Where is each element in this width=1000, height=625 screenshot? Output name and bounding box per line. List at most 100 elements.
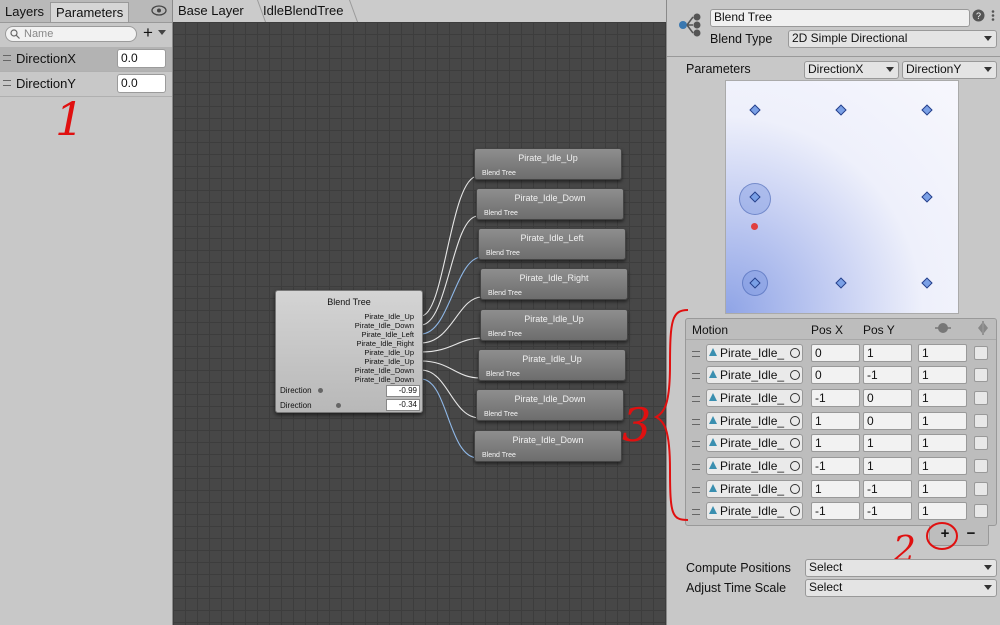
- annotation-3: 3: [622, 398, 652, 452]
- mirror-checkbox[interactable]: [974, 414, 988, 428]
- mirror-checkbox[interactable]: [974, 368, 988, 382]
- motion-point[interactable]: [921, 191, 933, 203]
- mirror-checkbox[interactable]: [974, 391, 988, 405]
- pos-y-input[interactable]: 1: [863, 434, 912, 452]
- chevron-down-icon: [984, 565, 992, 570]
- node-title: Pirate_Idle_Up: [522, 354, 582, 364]
- object-picker-icon[interactable]: [790, 416, 800, 426]
- chevron-down-icon: [984, 67, 992, 72]
- pos-x-input[interactable]: 0: [811, 366, 860, 384]
- motion-point[interactable]: [749, 104, 761, 116]
- settings-icon[interactable]: [989, 9, 997, 22]
- blend-type-dropdown[interactable]: 2D Simple Directional: [788, 30, 997, 48]
- speed-input[interactable]: 1: [918, 366, 967, 384]
- motion-field[interactable]: Pirate_Idle_: [706, 434, 803, 452]
- motion-point[interactable]: [921, 277, 933, 289]
- object-picker-icon[interactable]: [790, 506, 800, 516]
- compute-positions-dropdown[interactable]: Select: [805, 559, 997, 577]
- motion-field[interactable]: Pirate_Idle_: [706, 502, 803, 520]
- speed-input[interactable]: 1: [918, 389, 967, 407]
- speed-input[interactable]: 1: [918, 480, 967, 498]
- drag-handle-icon[interactable]: [692, 464, 700, 470]
- drag-handle-icon[interactable]: [692, 396, 700, 402]
- table-row[interactable]: Pirate_Idle_ 0 -1 1: [686, 364, 996, 386]
- motion-node[interactable]: Pirate_Idle_Up Blend Tree: [478, 349, 626, 381]
- table-row[interactable]: Pirate_Idle_ -1 0 1: [686, 387, 996, 409]
- pos-y-input[interactable]: 1: [863, 457, 912, 475]
- object-picker-icon[interactable]: [790, 370, 800, 380]
- motion-node[interactable]: Pirate_Idle_Down Blend Tree: [474, 430, 622, 462]
- slider-handle[interactable]: [336, 403, 341, 408]
- drag-handle-icon[interactable]: [692, 373, 700, 379]
- column-header-pos-y: Pos Y: [863, 323, 895, 337]
- motion-point[interactable]: [921, 104, 933, 116]
- motion-node[interactable]: Pirate_Idle_Down Blend Tree: [476, 188, 624, 220]
- speed-input[interactable]: 1: [918, 457, 967, 475]
- pos-y-input[interactable]: -1: [863, 480, 912, 498]
- pos-y-input[interactable]: 1: [863, 344, 912, 362]
- object-picker-icon[interactable]: [790, 484, 800, 494]
- motion-field[interactable]: Pirate_Idle_: [706, 457, 803, 475]
- mirror-checkbox[interactable]: [974, 346, 988, 360]
- motion-field[interactable]: Pirate_Idle_: [706, 412, 803, 430]
- motion-field[interactable]: Pirate_Idle_: [706, 344, 803, 362]
- pos-x-input[interactable]: -1: [811, 457, 860, 475]
- motion-field[interactable]: Pirate_Idle_: [706, 480, 803, 498]
- motion-node[interactable]: Pirate_Idle_Down Blend Tree: [476, 389, 624, 421]
- pos-y-input[interactable]: 0: [863, 389, 912, 407]
- motion-name: Pirate_Idle_: [720, 436, 785, 450]
- pos-x-input[interactable]: -1: [811, 389, 860, 407]
- motion-node[interactable]: Pirate_Idle_Right Blend Tree: [480, 268, 628, 300]
- param-x-dropdown[interactable]: DirectionX: [804, 61, 899, 79]
- object-picker-icon[interactable]: [790, 348, 800, 358]
- table-row[interactable]: Pirate_Idle_ 1 0 1: [686, 410, 996, 432]
- object-picker-icon[interactable]: [790, 438, 800, 448]
- param-y-dropdown[interactable]: DirectionY: [902, 61, 997, 79]
- motion-field[interactable]: Pirate_Idle_: [706, 389, 803, 407]
- pos-x-input[interactable]: 1: [811, 434, 860, 452]
- blend-space-preview[interactable]: [725, 80, 959, 314]
- node-subtitle: Blend Tree: [488, 331, 522, 338]
- pos-y-input[interactable]: 0: [863, 412, 912, 430]
- current-blend-position[interactable]: [751, 223, 758, 230]
- motion-point[interactable]: [835, 104, 847, 116]
- mirror-checkbox[interactable]: [974, 459, 988, 473]
- motion-point[interactable]: [835, 277, 847, 289]
- drag-handle-icon[interactable]: [692, 351, 700, 357]
- table-row[interactable]: Pirate_Idle_ 1 -1 1: [686, 478, 996, 500]
- motion-field[interactable]: Pirate_Idle_: [706, 366, 803, 384]
- adjust-time-scale-dropdown[interactable]: Select: [805, 579, 997, 597]
- pos-x-input[interactable]: -1: [811, 502, 860, 520]
- speed-input[interactable]: 1: [918, 434, 967, 452]
- object-picker-icon[interactable]: [790, 393, 800, 403]
- pos-x-input[interactable]: 1: [811, 480, 860, 498]
- motion-node[interactable]: Pirate_Idle_Up Blend Tree: [480, 309, 628, 341]
- table-row[interactable]: Pirate_Idle_ -1 1 1: [686, 455, 996, 477]
- speed-input[interactable]: 1: [918, 344, 967, 362]
- table-row[interactable]: Pirate_Idle_ 1 1 1: [686, 432, 996, 454]
- motion-node[interactable]: Pirate_Idle_Up Blend Tree: [474, 148, 622, 180]
- node-param-label: Direction: [280, 401, 312, 410]
- animation-clip-icon: [709, 348, 717, 356]
- blend-tree-name-input[interactable]: Blend Tree: [710, 9, 970, 27]
- mirror-checkbox[interactable]: [974, 504, 988, 518]
- drag-handle-icon[interactable]: [692, 441, 700, 447]
- pos-x-input[interactable]: 1: [811, 412, 860, 430]
- speed-input[interactable]: 1: [918, 412, 967, 430]
- motion-name: Pirate_Idle_: [720, 504, 785, 518]
- node-param-value[interactable]: -0.99: [386, 385, 420, 397]
- object-picker-icon[interactable]: [790, 461, 800, 471]
- pos-x-input[interactable]: 0: [811, 344, 860, 362]
- slider-handle[interactable]: [318, 388, 323, 393]
- node-param-value[interactable]: -0.34: [386, 399, 420, 411]
- motion-node[interactable]: Pirate_Idle_Left Blend Tree: [478, 228, 626, 260]
- drag-handle-icon[interactable]: [692, 487, 700, 493]
- help-icon[interactable]: ?: [972, 9, 985, 22]
- drag-handle-icon[interactable]: [692, 419, 700, 425]
- blend-tree-node[interactable]: Blend Tree Pirate_Idle_Up Pirate_Idle_Do…: [275, 290, 423, 413]
- mirror-checkbox[interactable]: [974, 436, 988, 450]
- mirror-checkbox[interactable]: [974, 482, 988, 496]
- drag-handle-icon[interactable]: [692, 509, 700, 515]
- table-row[interactable]: Pirate_Idle_ 0 1 1: [686, 342, 996, 364]
- pos-y-input[interactable]: -1: [863, 366, 912, 384]
